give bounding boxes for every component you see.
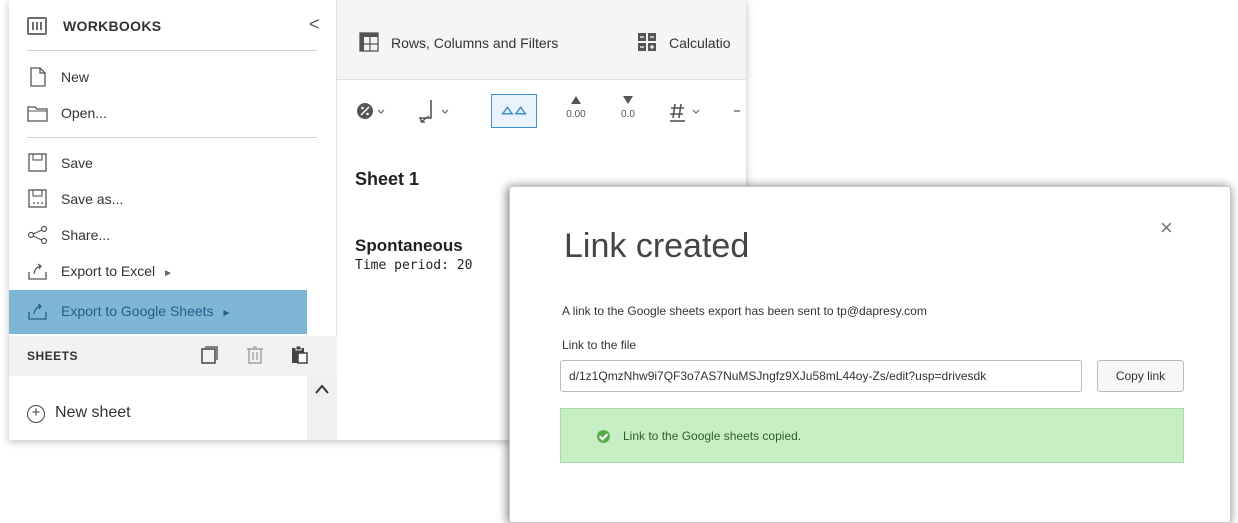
sheets-list: + New sheet	[9, 376, 337, 440]
report-title: Spontaneous	[355, 236, 463, 255]
sheets-header: SHEETS	[9, 336, 337, 376]
file-icon	[30, 67, 46, 87]
success-message: Link to the Google sheets copied.	[623, 429, 802, 443]
copy-link-button[interactable]: Copy link	[1097, 360, 1184, 392]
workbooks-sidebar: WORKBOOKS < New Open... Save Save as... …	[9, 0, 337, 440]
delete-sheet-icon[interactable]	[245, 345, 265, 365]
new-sheet-label: New sheet	[55, 404, 131, 421]
success-banner: Link to the Google sheets copied.	[560, 408, 1184, 463]
duplicate-sheet-icon[interactable]	[199, 345, 219, 365]
percent-dropdown-icon[interactable]	[355, 94, 389, 128]
menu-item-label: Open...	[61, 105, 107, 121]
sheets-scrollbar[interactable]	[307, 376, 337, 440]
menu-item-share[interactable]: Share...	[9, 218, 309, 254]
calculation-icon	[638, 33, 656, 51]
sheet-title: Sheet 1	[355, 169, 420, 189]
menu-item-label: Save	[61, 155, 93, 171]
menu-item-new[interactable]: New	[9, 60, 309, 96]
menu-item-open[interactable]: Open...	[9, 96, 309, 132]
tab-label: Rows, Columns and Filters	[391, 35, 559, 51]
export-icon	[28, 303, 47, 320]
increase-decimals-button[interactable]: 0.00	[559, 94, 593, 128]
dialog-title: Link created	[564, 227, 750, 265]
menu-item-label: Export to Google Sheets ►	[61, 303, 232, 319]
link-field-label: Link to the file	[562, 338, 637, 352]
menu-item-label: New	[61, 69, 90, 85]
menu-item-label: Export to Excel ►	[61, 263, 174, 279]
decrease-decimals-button[interactable]: 0.0	[613, 94, 643, 128]
sheets-label: SHEETS	[27, 349, 79, 363]
arrow-up-icon	[571, 96, 581, 104]
decimals-label: 0.00	[566, 109, 586, 120]
link-field[interactable]	[560, 360, 1082, 392]
workbook-icon	[27, 17, 47, 35]
save-icon	[28, 153, 47, 172]
axis-dropdown-icon[interactable]	[415, 94, 455, 128]
sidebar-title: WORKBOOKS	[63, 18, 162, 34]
share-icon	[27, 225, 48, 245]
balance-scale-icon[interactable]	[491, 94, 537, 128]
menu-item-label: Share...	[61, 227, 111, 243]
export-icon	[28, 263, 47, 280]
sidebar-header: WORKBOOKS <	[9, 0, 337, 52]
divider	[27, 50, 317, 51]
folder-icon	[27, 106, 48, 122]
arrow-down-icon	[623, 96, 633, 104]
menu-item-save[interactable]: Save	[9, 146, 309, 182]
link-created-dialog: Link created × A link to the Google shee…	[509, 186, 1231, 523]
collapse-sidebar-button[interactable]: <	[309, 14, 320, 35]
menu-item-save-as[interactable]: Save as...	[9, 182, 309, 218]
report-subtitle: Time period: 20	[355, 258, 473, 273]
top-tabs: Rows, Columns and Filters Calculatio	[337, 0, 746, 80]
chevron-up-icon[interactable]	[315, 384, 329, 394]
more-options-icon[interactable]	[731, 94, 743, 128]
format-toolbar: 0.00 0.0	[337, 80, 746, 142]
paste-sheet-icon[interactable]	[289, 345, 309, 365]
submenu-arrow-icon: ►	[163, 268, 174, 279]
plus-icon: +	[27, 405, 45, 423]
table-grid-icon	[359, 32, 379, 52]
tab-label: Calculatio	[669, 35, 731, 51]
close-icon[interactable]: ×	[1160, 215, 1173, 241]
submenu-arrow-icon: ►	[221, 308, 232, 319]
number-format-dropdown-icon[interactable]	[667, 94, 707, 128]
check-circle-icon	[597, 430, 610, 443]
new-sheet-button[interactable]: + New sheet	[23, 400, 293, 430]
decimals-label: 0.0	[621, 109, 635, 120]
save-as-icon	[28, 189, 47, 208]
menu-item-export-google-sheets[interactable]: Export to Google Sheets ►	[9, 290, 307, 334]
divider	[27, 137, 317, 138]
menu-item-export-excel[interactable]: Export to Excel ►	[9, 254, 309, 290]
dialog-message: A link to the Google sheets export has b…	[562, 304, 927, 318]
menu-item-label: Save as...	[61, 191, 124, 207]
